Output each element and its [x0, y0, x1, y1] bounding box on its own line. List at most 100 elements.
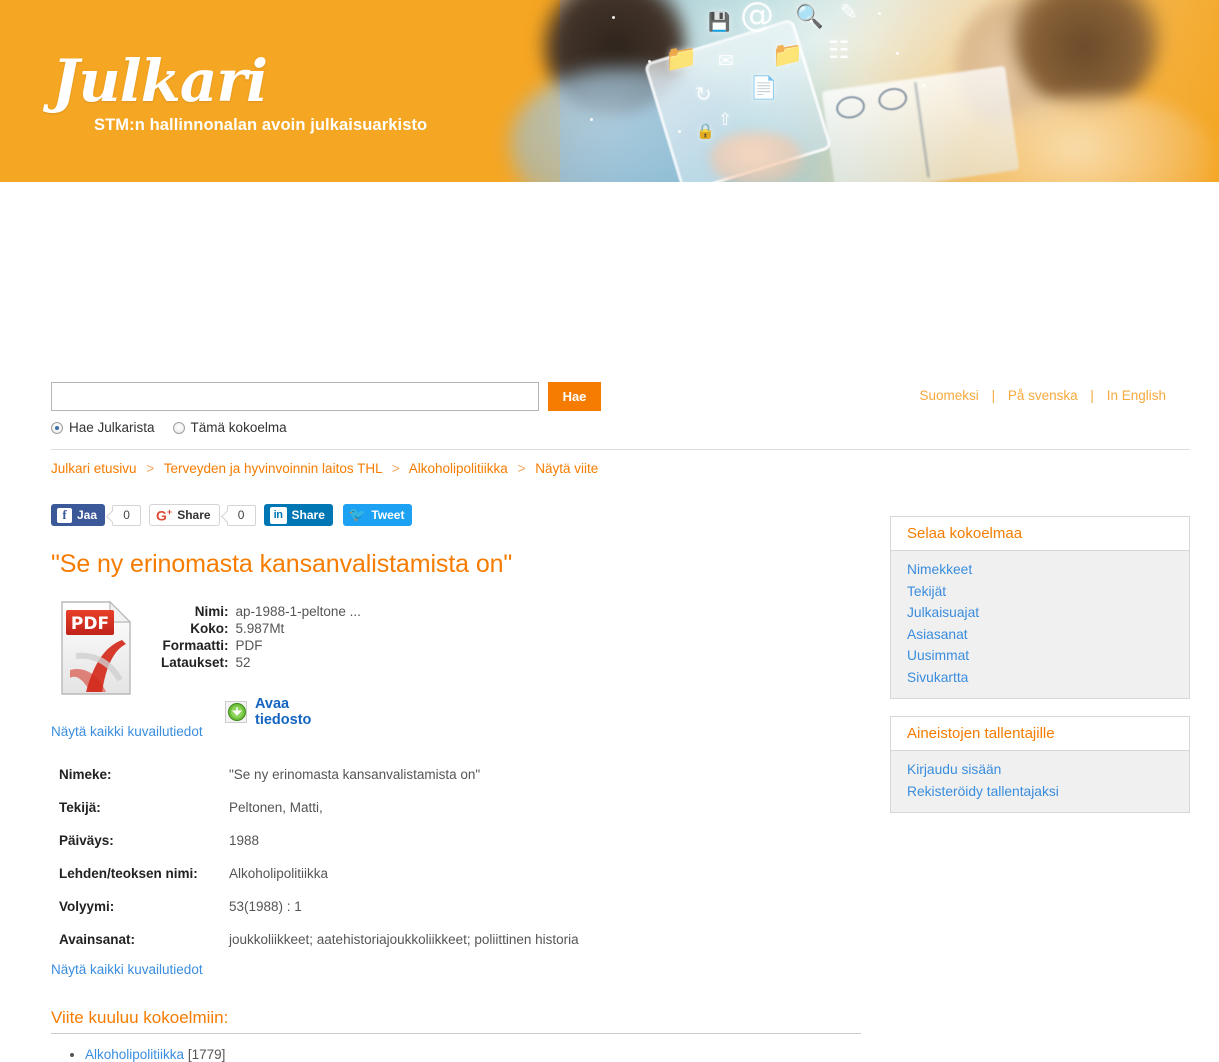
lang-link-fi[interactable]: Suomeksi — [920, 388, 979, 403]
table-row: Avainsanat: joukkoliikkeet; aatehistoria… — [51, 923, 851, 956]
file-meta-value: PDF — [235, 638, 263, 653]
facebook-share-label: Jaa — [77, 508, 98, 522]
sidebar-item-register[interactable]: Rekisteröidy tallentajaksi — [907, 781, 1189, 803]
file-meta-row: Formaatti: PDF — [161, 637, 361, 654]
search-scope-all[interactable]: Hae Julkarista — [51, 420, 155, 435]
lang-link-en[interactable]: In English — [1107, 388, 1166, 403]
lang-separator-1: | — [991, 388, 996, 403]
pdf-file-icon[interactable]: PDF — [60, 600, 132, 696]
search-scope-collection[interactable]: Tämä kokoelma — [172, 420, 287, 435]
facebook-share-button[interactable]: f Jaa — [51, 504, 106, 526]
logo-tagline: STM:n hallinnonalan avoin julkaisuarkist… — [94, 116, 428, 134]
breadcrumb-separator-1: > — [146, 461, 155, 476]
linkedin-share-label: Share — [291, 508, 325, 522]
file-meta-value: 52 — [235, 655, 251, 670]
twitter-icon: 🐦 — [348, 507, 367, 523]
folder-icon: 📁 — [665, 44, 698, 74]
metadata-key: Avainsanat: — [59, 932, 136, 947]
show-all-metadata-top-link[interactable]: Näytä kaikki kuvailutiedot — [51, 724, 203, 739]
search-scope-collection-label: Tämä kokoelma — [190, 420, 287, 435]
sidebar-item-julkaisuajat[interactable]: Julkaisuajat — [907, 602, 1189, 624]
sidebar-panel-links: Kirjaudu sisään Rekisteröidy tallentajak… — [891, 751, 1189, 812]
collections-divider — [51, 1033, 861, 1034]
radio-all-icon[interactable] — [51, 421, 63, 434]
breadcrumb-separator-2: > — [391, 461, 400, 476]
list-item: Alkoholipolitiikka [1779] — [85, 1044, 225, 1062]
sidebar-panel-links: Nimekkeet Tekijät Julkaisuajat Asiasanat… — [891, 551, 1189, 698]
file-meta-row: Koko: 5.987Mt — [161, 620, 361, 637]
radio-collection-icon[interactable] — [172, 421, 185, 434]
table-row: Päiväys: 1988 — [51, 824, 851, 857]
breadcrumb-item-thl[interactable]: Terveyden ja hyvinvoinnin laitos THL — [164, 461, 382, 476]
table-row: Nimeke: "Se ny erinomasta kansanvalistam… — [51, 758, 851, 791]
breadcrumb-separator-3: > — [517, 461, 526, 476]
magnifier-icon: 🔍 — [795, 4, 824, 30]
search-submit-button[interactable]: Hae — [548, 382, 601, 411]
breadcrumb-item-alkoholipolitiikka[interactable]: Alkoholipolitiikka — [409, 461, 508, 476]
sidebar-panel-depositors: Aineistojen tallentajille Kirjaudu sisää… — [890, 716, 1190, 813]
file-meta-row: Nimi: ap-1988-1-peltone ... — [161, 603, 361, 620]
linkedin-share-button[interactable]: in Share — [263, 504, 333, 526]
metadata-key: Volyymi: — [59, 899, 115, 914]
metadata-value: Alkoholipolitiikka — [229, 866, 329, 881]
file-meta-value: 5.987Mt — [235, 621, 285, 636]
upload-icon: ⇧ — [718, 110, 733, 130]
svg-text:PDF: PDF — [71, 614, 109, 634]
save-icon: 💾 — [708, 12, 731, 33]
file-meta-key: Nimi: — [194, 604, 229, 619]
metadata-key: Nimeke: — [59, 767, 112, 782]
collection-link[interactable]: Alkoholipolitiikka — [85, 1047, 184, 1062]
show-all-metadata-bottom[interactable]: Näytä kaikki kuvailutiedot — [51, 962, 203, 977]
sidebar-panel-title: Selaa kokoelmaa — [891, 517, 1189, 551]
sidebar-item-tekijat[interactable]: Tekijät — [907, 581, 1189, 603]
search-form[interactable]: Hae — [51, 382, 601, 411]
metadata-value: joukkoliikkeet; aatehistoriajoukkoliikke… — [229, 932, 579, 947]
twitter-share-button[interactable]: 🐦 Tweet — [342, 504, 413, 526]
collections-heading: Viite kuuluu kokoelmiin: — [51, 1008, 229, 1027]
search-input[interactable] — [51, 382, 539, 411]
envelope-icon: ✉ — [718, 50, 734, 72]
metadata-key: Lehden/teoksen nimi: — [59, 866, 198, 881]
site-header-banner: @ 🔍 ✎ 📁 📁 ☷ ✉ 📄 ↻ ⇧ 🔒 💾 Julkari STM:n ha… — [0, 0, 1219, 182]
document-icon: 📄 — [750, 76, 778, 101]
collections-list: Alkoholipolitiikka [1779] — [51, 1044, 225, 1062]
linkedin-icon: in — [269, 506, 287, 524]
sidebar-item-sivukartta[interactable]: Sivukartta — [907, 667, 1189, 689]
show-all-metadata-top[interactable]: Näytä kaikki kuvailutiedot — [51, 724, 203, 739]
file-meta-row: Lataukset: 52 — [161, 654, 361, 671]
show-all-metadata-bottom-link[interactable]: Näytä kaikki kuvailutiedot — [51, 962, 203, 977]
open-file-row[interactable]: Avaa tiedosto — [225, 696, 311, 728]
file-meta-key: Formaatti: — [162, 638, 229, 653]
sidebar-item-asiasanat[interactable]: Asiasanat — [907, 624, 1189, 646]
sitemap-icon: ☷ — [828, 36, 850, 64]
sidebar-panel-browse: Selaa kokoelmaa Nimekkeet Tekijät Julkai… — [890, 516, 1190, 699]
lang-separator-2: | — [1090, 388, 1094, 403]
table-row: Tekijä: Peltonen, Matti, — [51, 791, 851, 824]
open-book — [821, 65, 1020, 182]
lang-link-sv[interactable]: På svenska — [1008, 388, 1078, 403]
open-file-link[interactable]: Avaa tiedosto — [255, 696, 311, 728]
breadcrumb-item-home[interactable]: Julkari etusivu — [51, 461, 137, 476]
googleplus-share-button[interactable]: G+ Share — [149, 504, 220, 526]
refresh-icon: ↻ — [695, 82, 712, 106]
language-switcher[interactable]: Suomeksi | På svenska | In English — [920, 388, 1166, 403]
sidebar-item-login[interactable]: Kirjaudu sisään — [907, 759, 1189, 781]
file-meta-key: Lataukset: — [161, 655, 229, 670]
social-share-bar: f Jaa 0 G+ Share 0 in Share 🐦 Tweet — [51, 504, 413, 526]
pencil-icon: ✎ — [840, 0, 858, 24]
sidebar-item-uusimmat[interactable]: Uusimmat — [907, 645, 1189, 667]
sidebar-panel-title: Aineistojen tallentajille — [891, 717, 1189, 751]
metadata-value: 53(1988) : 1 — [229, 899, 302, 914]
metadata-table: Nimeke: "Se ny erinomasta kansanvalistam… — [51, 758, 851, 956]
table-row: Lehden/teoksen nimi: Alkoholipolitiikka — [51, 857, 851, 890]
breadcrumb: Julkari etusivu > Terveyden ja hyvinvoin… — [51, 461, 598, 476]
facebook-icon: f — [57, 507, 72, 523]
site-logo[interactable]: Julkari STM:n hallinnonalan avoin julkai… — [52, 52, 427, 135]
metadata-key: Tekijä: — [59, 800, 101, 815]
search-scope-group[interactable]: Hae Julkarista Tämä kokoelma — [51, 420, 287, 435]
metadata-key: Päiväys: — [59, 833, 114, 848]
banner-photo: @ 🔍 ✎ 📁 📁 ☷ ✉ 📄 ↻ ⇧ 🔒 💾 — [510, 0, 1219, 182]
file-metadata: Nimi: ap-1988-1-peltone ... Koko: 5.987M… — [161, 603, 361, 671]
metadata-value: "Se ny erinomasta kansanvalistamista on" — [229, 767, 481, 782]
sidebar-item-nimekkeet[interactable]: Nimekkeet — [907, 559, 1189, 581]
